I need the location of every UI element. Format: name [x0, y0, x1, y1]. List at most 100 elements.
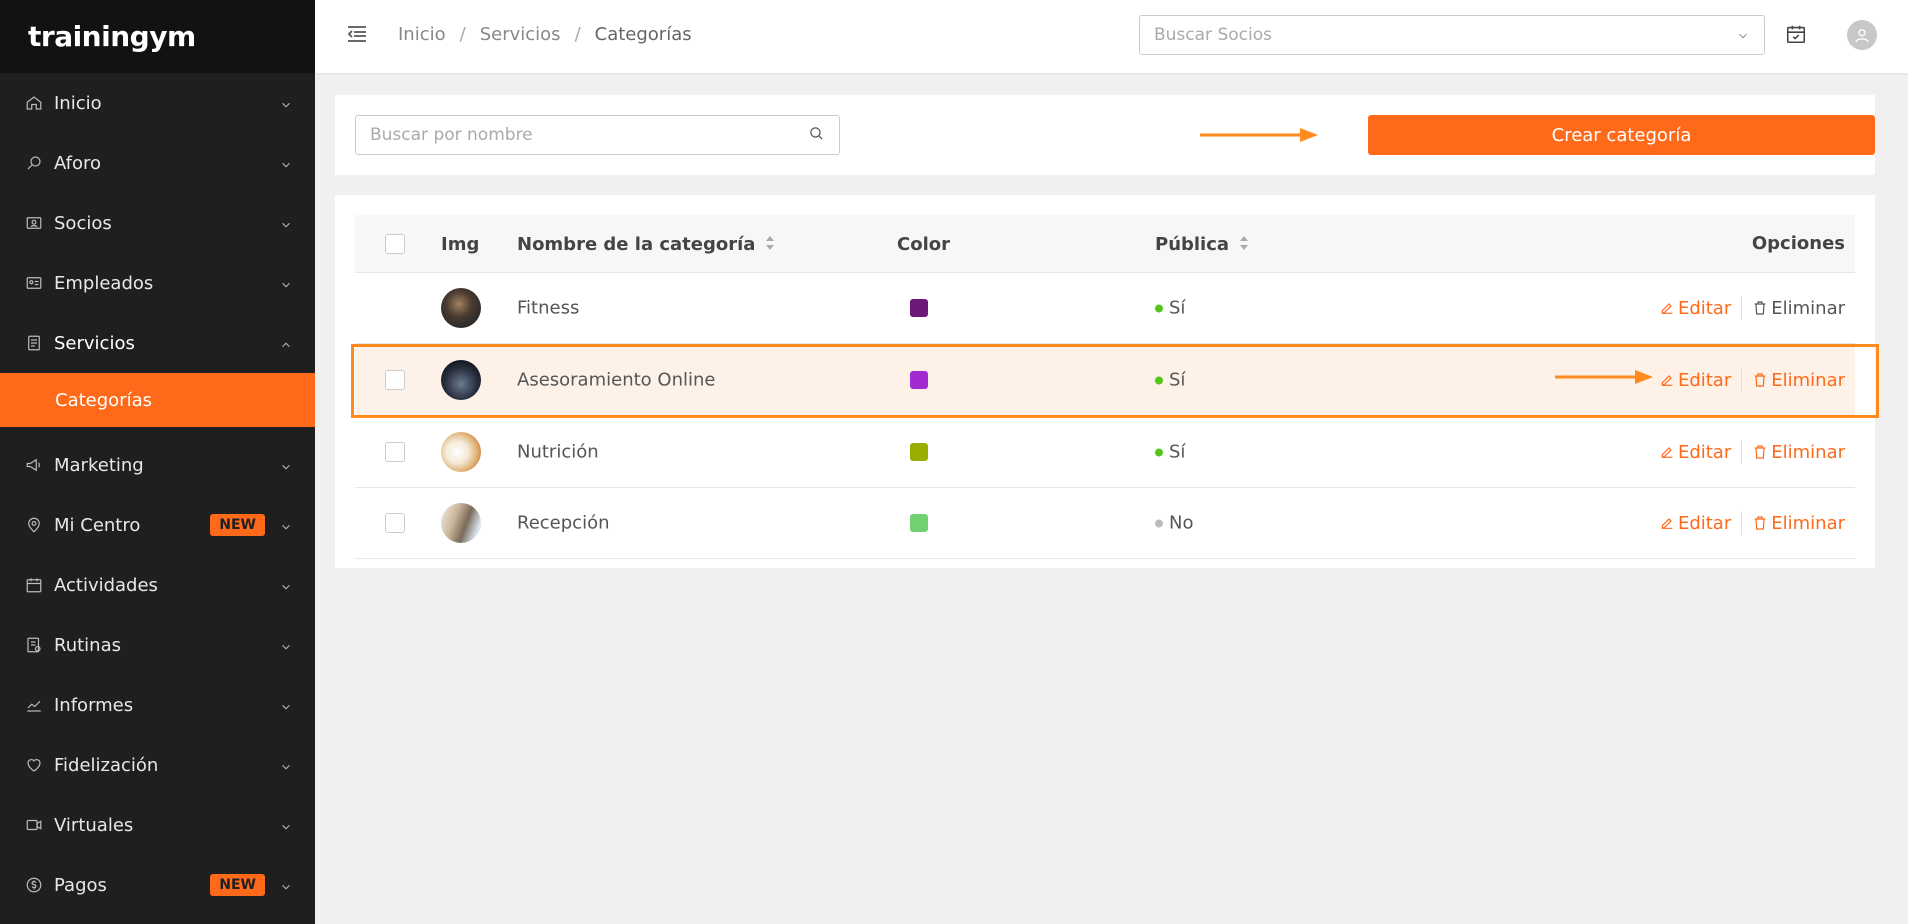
annotation-arrow [1555, 370, 1653, 384]
category-name: Recepción [517, 512, 610, 534]
chevron-down-icon [279, 758, 293, 772]
column-header-options: Opciones [1751, 233, 1845, 254]
sidebar: trainingym Inicio Aforo Socios Empleados… [0, 0, 315, 924]
sidebar-item-label: Actividades [54, 574, 158, 596]
calendar-icon [24, 575, 44, 595]
select-all-checkbox[interactable] [385, 234, 405, 254]
chevron-down-icon [279, 276, 293, 290]
delete-button[interactable]: Eliminar [1752, 298, 1845, 319]
public-status: Sí [1155, 442, 1185, 463]
color-swatch [910, 299, 928, 317]
sidebar-item-label: Marketing [54, 454, 144, 476]
sidebar-item-rutinas[interactable]: Rutinas [0, 615, 315, 675]
column-header-name[interactable]: Nombre de la categoría [517, 234, 775, 255]
search-name-field[interactable] [355, 115, 840, 155]
annotation-arrow [1200, 128, 1318, 142]
sidebar-item-label: Mi Centro [54, 514, 141, 536]
calendar-check-icon[interactable] [1785, 23, 1809, 47]
routine-icon [24, 635, 44, 655]
sort-icon[interactable] [1229, 234, 1249, 255]
color-swatch [910, 514, 928, 532]
column-header-public[interactable]: Pública [1155, 234, 1249, 255]
chart-line-icon [24, 695, 44, 715]
sidebar-item-aforo[interactable]: Aforo [0, 133, 315, 193]
sidebar-item-inicio[interactable]: Inicio [0, 73, 315, 133]
row-checkbox[interactable] [385, 442, 405, 462]
chevron-down-icon[interactable] [1736, 28, 1750, 42]
row-checkbox[interactable] [385, 513, 405, 533]
sidebar-item-label: Inicio [54, 92, 102, 114]
table-row: Fitness Sí Editar Eliminar [355, 273, 1855, 344]
sidebar-item-informes[interactable]: Informes [0, 675, 315, 735]
column-header-img: Img [441, 234, 480, 255]
public-status: Sí [1155, 298, 1185, 319]
breadcrumb-separator: / [459, 24, 466, 45]
sidebar-item-fidelizacion[interactable]: Fidelización [0, 735, 315, 795]
breadcrumb-servicios[interactable]: Servicios [480, 24, 561, 45]
sidebar-item-mi-centro[interactable]: Mi Centro NEW [0, 495, 315, 555]
row-options: Editar Eliminar [1659, 296, 1845, 320]
sidebar-item-label: Aforo [54, 152, 102, 174]
search-icon[interactable] [808, 125, 825, 146]
search-name-input[interactable] [370, 125, 808, 145]
sidebar-item-label: Servicios [54, 332, 135, 354]
status-dot [1155, 448, 1163, 456]
sidebar-item-virtuales[interactable]: Virtuales [0, 795, 315, 855]
chevron-down-icon [279, 638, 293, 652]
chevron-down-icon [279, 458, 293, 472]
edit-button[interactable]: Editar [1659, 442, 1731, 463]
sidebar-item-servicios[interactable]: Servicios [0, 313, 315, 373]
sidebar-item-socios[interactable]: Socios [0, 193, 315, 253]
edit-button[interactable]: Editar [1659, 513, 1731, 534]
chevron-down-icon [279, 216, 293, 230]
edit-button[interactable]: Editar [1659, 298, 1731, 319]
avatar[interactable] [1847, 20, 1877, 50]
delete-button[interactable]: Eliminar [1752, 442, 1845, 463]
badge-icon [24, 273, 44, 293]
public-status: No [1155, 513, 1193, 534]
trash-icon [1754, 301, 1766, 315]
sidebar-item-actividades[interactable]: Actividades [0, 555, 315, 615]
sidebar-item-pagos[interactable]: Pagos NEW [0, 855, 315, 915]
public-status-label: Sí [1169, 441, 1186, 463]
search-socios-select[interactable] [1139, 15, 1765, 55]
category-name: Nutrición [517, 441, 599, 463]
category-thumbnail [441, 503, 481, 543]
table-row: Nutrición Sí Editar Eliminar [355, 417, 1855, 488]
pencil-icon [1661, 303, 1673, 314]
new-badge: NEW [210, 874, 265, 896]
sidebar-item-label: Socios [54, 212, 112, 234]
top-header: Inicio / Servicios / Categorías [315, 0, 1908, 73]
sidebar-item-marketing[interactable]: Marketing [0, 435, 315, 495]
breadcrumb-separator: / [574, 24, 581, 45]
divider [1741, 296, 1743, 320]
column-header-public-label: Pública [1155, 234, 1230, 255]
sidebar-subitem-categorias[interactable]: Categorías [0, 373, 315, 427]
sidebar-item-empleados[interactable]: Empleados [0, 253, 315, 313]
column-header-name-label: Nombre de la categoría [517, 234, 756, 255]
delete-button[interactable]: Eliminar [1752, 513, 1845, 534]
chevron-down-icon [279, 96, 293, 110]
home-icon [24, 93, 44, 113]
status-dot [1155, 304, 1163, 312]
sort-icon[interactable] [755, 234, 775, 255]
search-socios-input[interactable] [1154, 25, 1736, 45]
category-thumbnail [441, 432, 481, 472]
sidebar-item-label: Fidelización [54, 754, 159, 776]
megaphone-icon [24, 455, 44, 475]
category-name: Fitness [517, 297, 580, 319]
sidebar-item-label: Pagos [54, 874, 107, 896]
logo: trainingym [0, 0, 315, 73]
chevron-down-icon [279, 518, 293, 532]
color-swatch [910, 443, 928, 461]
chevron-down-icon [279, 818, 293, 832]
sidebar-item-label: Rutinas [54, 634, 121, 656]
breadcrumb-inicio[interactable]: Inicio [398, 24, 446, 45]
chevron-down-icon [279, 156, 293, 170]
sidebar-item-label: Empleados [54, 272, 154, 294]
create-category-button[interactable]: Crear categoría [1368, 115, 1875, 155]
toolbar-card: Crear categoría [335, 95, 1875, 175]
public-status-label: Sí [1169, 297, 1186, 319]
breadcrumb: Inicio / Servicios / Categorías [398, 24, 692, 45]
menu-toggle-icon[interactable] [345, 22, 369, 46]
